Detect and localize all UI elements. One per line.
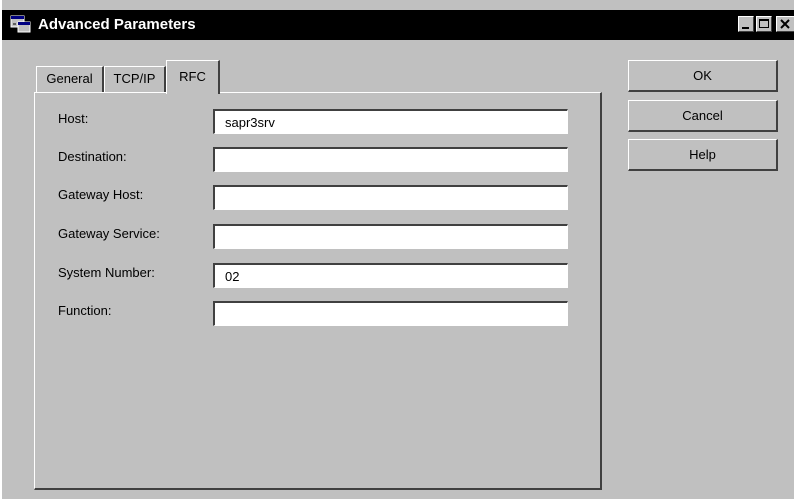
minimize-button[interactable]	[738, 16, 754, 32]
gateway-host-label: Gateway Host:	[58, 187, 144, 202]
window-title: Advanced Parameters	[38, 16, 196, 33]
gateway-service-input[interactable]	[213, 224, 568, 249]
close-button[interactable]	[776, 16, 794, 32]
title-bar[interactable]: Advanced Parameters	[2, 10, 794, 40]
app-window-icon	[10, 14, 32, 34]
tab-tcpip[interactable]: TCP/IP	[104, 66, 166, 92]
system-number-input[interactable]	[213, 263, 568, 288]
advanced-parameters-dialog: Advanced Parameters General TCP/IP RFC H…	[0, 0, 794, 499]
destination-label: Destination:	[58, 149, 127, 164]
destination-input[interactable]	[213, 147, 568, 172]
gateway-host-input[interactable]	[213, 185, 568, 210]
tab-rfc[interactable]: RFC	[166, 60, 220, 94]
ok-button[interactable]: OK	[628, 60, 778, 92]
close-icon	[780, 19, 790, 29]
function-input[interactable]	[213, 301, 568, 326]
function-label: Function:	[58, 303, 112, 318]
maximize-button[interactable]	[756, 16, 772, 32]
system-number-label: System Number:	[58, 265, 155, 280]
help-button[interactable]: Help	[628, 139, 778, 171]
gateway-service-label: Gateway Service:	[58, 226, 160, 241]
tab-general[interactable]: General	[36, 66, 104, 92]
minimize-icon	[742, 27, 749, 29]
maximize-icon	[759, 19, 769, 28]
host-input[interactable]	[213, 109, 568, 134]
host-label: Host:	[58, 111, 89, 126]
cancel-button[interactable]: Cancel	[628, 100, 778, 132]
